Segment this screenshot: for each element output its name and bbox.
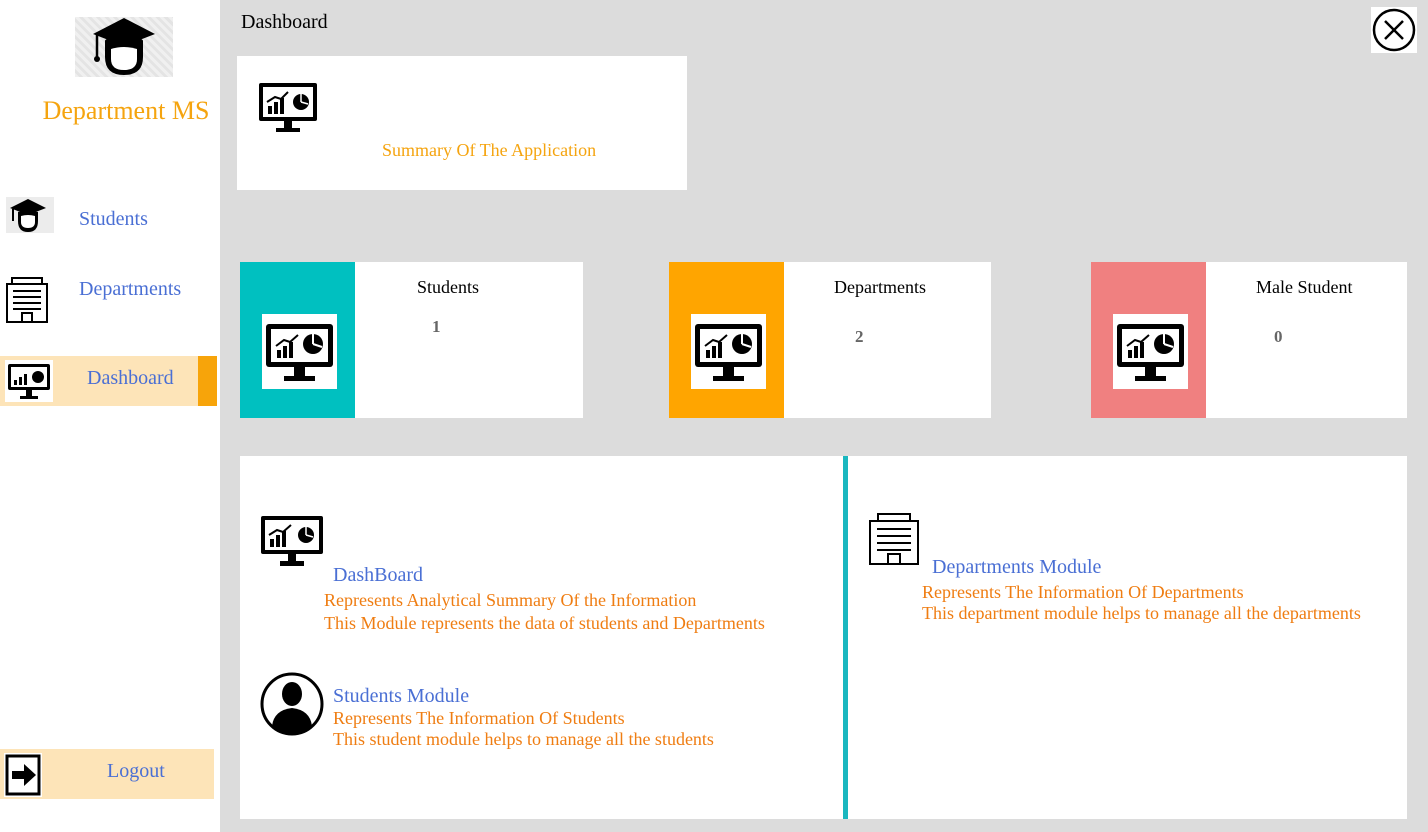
sidebar-item-dashboard[interactable]: Dashboard: [0, 356, 217, 406]
dashboard-monitor-icon: [261, 516, 323, 566]
sidebar: Department MS Students Departments Dashb…: [0, 0, 220, 832]
sidebar-item-label: Departments: [79, 278, 182, 300]
dashboard-monitor-icon: [5, 360, 53, 402]
stat-card-male-student[interactable]: Male Student 0: [1091, 262, 1407, 418]
logout-button[interactable]: Logout: [0, 749, 214, 799]
user-circle-icon: [260, 672, 324, 736]
graduate-icon: [93, 18, 155, 75]
module-title-students: Students Module: [333, 685, 470, 707]
module-desc: This department module helps to manage a…: [922, 603, 1361, 623]
stat-label: Male Student: [1256, 277, 1353, 297]
stat-color-block: [240, 262, 355, 418]
logout-icon: [4, 753, 42, 797]
module-desc: Represents Analytical Summary Of the Inf…: [324, 590, 697, 610]
stat-value: 0: [1274, 327, 1283, 346]
stat-label: Departments: [834, 277, 926, 297]
stat-color-block: [1091, 262, 1206, 418]
module-desc: This Module represents the data of stude…: [324, 613, 765, 633]
app-name: Department MS: [42, 96, 210, 125]
dashboard-monitor-icon: [262, 314, 337, 389]
summary-card: [237, 56, 687, 190]
active-indicator: [198, 356, 217, 406]
dashboard-monitor-icon: [1113, 314, 1188, 389]
logout-label: Logout: [107, 760, 165, 782]
stat-value: 2: [855, 327, 864, 346]
stat-label: Students: [417, 277, 480, 297]
panel-divider: [843, 456, 848, 819]
sidebar-item-departments[interactable]: Departments: [0, 272, 217, 324]
building-icon: [869, 513, 919, 565]
module-desc: This student module helps to manage all …: [333, 729, 714, 749]
page-title: Dashboard: [241, 11, 328, 33]
module-title-dashboard: DashBoard: [333, 564, 423, 586]
dashboard-monitor-icon: [259, 83, 317, 132]
sidebar-item-students[interactable]: Students: [0, 195, 217, 245]
sidebar-item-label: Dashboard: [87, 367, 174, 389]
stat-color-block: [669, 262, 784, 418]
module-desc: Represents The Information Of Department…: [922, 582, 1244, 602]
app-logo: [75, 17, 173, 77]
stat-value: 1: [432, 317, 441, 336]
module-title-departments: Departments Module: [932, 556, 1102, 578]
stat-card-departments[interactable]: Departments 2: [669, 262, 991, 418]
graduate-icon: [6, 197, 54, 233]
close-button[interactable]: [1371, 7, 1417, 53]
dashboard-monitor-icon: [691, 314, 766, 389]
module-info-panel: [240, 456, 1407, 819]
building-icon: [4, 276, 50, 324]
stat-card-students[interactable]: Students 1: [240, 262, 583, 418]
sidebar-item-label: Students: [79, 208, 148, 230]
close-icon: [1372, 8, 1416, 52]
summary-text: Summary Of The Application: [382, 140, 597, 160]
module-desc: Represents The Information Of Students: [333, 708, 625, 728]
